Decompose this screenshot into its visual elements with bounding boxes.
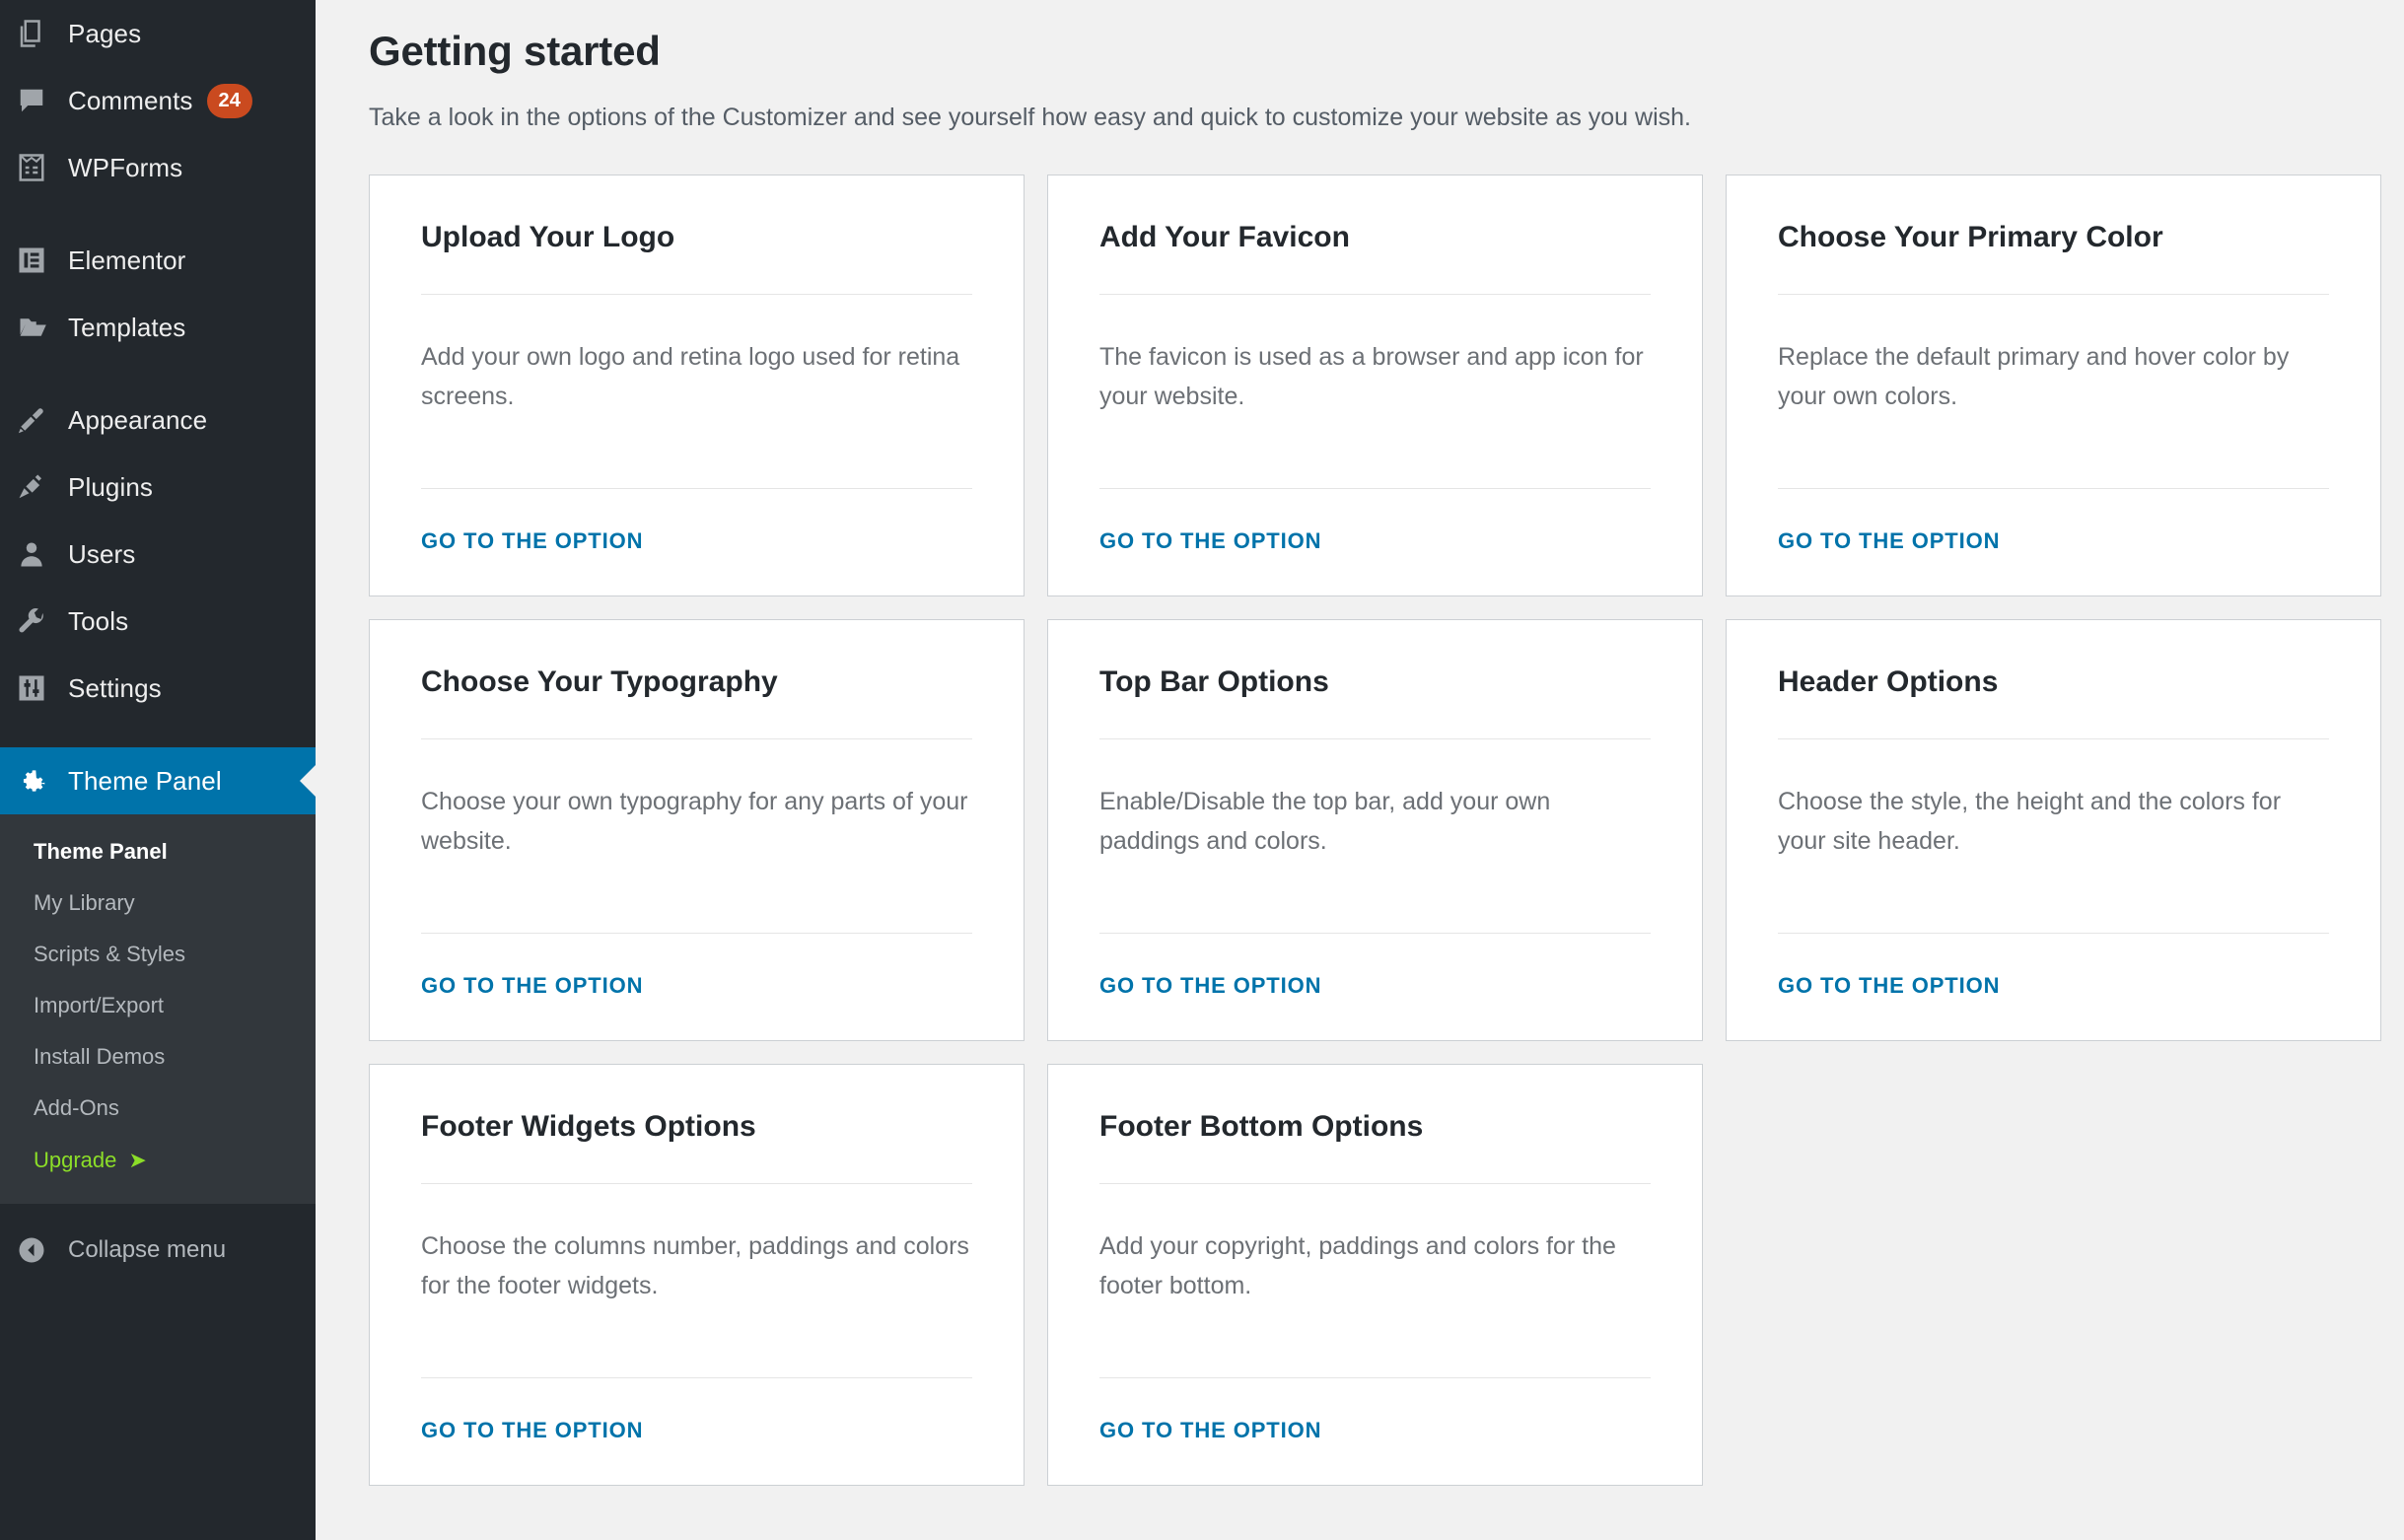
card-title: Footer Widgets Options bbox=[421, 1110, 972, 1184]
card-title: Header Options bbox=[1778, 665, 2329, 739]
collapse-menu-label: Collapse menu bbox=[68, 1235, 227, 1263]
admin-sidebar: Pages Comments 24 WPForms Elementor Temp… bbox=[0, 0, 316, 1540]
card-title: Choose Your Typography bbox=[421, 665, 972, 739]
main-content: Getting started Take a look in the optio… bbox=[316, 0, 2404, 1540]
sidebar-item-label: Templates bbox=[68, 312, 186, 342]
card-title: Upload Your Logo bbox=[421, 221, 972, 295]
theme-panel-submenu: Theme Panel My Library Scripts & Styles … bbox=[0, 814, 316, 1204]
card-choose-your-typography: Choose Your Typography Choose your own t… bbox=[369, 619, 1025, 1041]
go-to-the-option-link[interactable]: GO TO THE OPTION bbox=[421, 489, 972, 595]
sidebar-item-label: Elementor bbox=[68, 245, 186, 275]
card-description: The favicon is used as a browser and app… bbox=[1099, 295, 1651, 489]
getting-started-card-grid: Upload Your Logo Add your own logo and r… bbox=[369, 175, 2404, 1486]
sidebar-item-users[interactable]: Users bbox=[0, 521, 316, 588]
arrow-right-icon: ➤ bbox=[128, 1147, 147, 1172]
plug-icon bbox=[17, 472, 68, 502]
submenu-item-theme-panel[interactable]: Theme Panel bbox=[0, 826, 316, 877]
go-to-the-option-link[interactable]: GO TO THE OPTION bbox=[1099, 934, 1651, 1040]
sidebar-separator bbox=[0, 361, 316, 386]
pages-icon bbox=[17, 19, 68, 48]
card-description: Add your own logo and retina logo used f… bbox=[421, 295, 972, 489]
go-to-the-option-link[interactable]: GO TO THE OPTION bbox=[1099, 1378, 1651, 1485]
sidebar-item-theme-panel[interactable]: Theme Panel bbox=[0, 747, 316, 814]
go-to-the-option-link[interactable]: GO TO THE OPTION bbox=[421, 934, 972, 1040]
sidebar-item-label: Users bbox=[68, 538, 136, 569]
sidebar-item-label: Tools bbox=[68, 605, 129, 636]
collapse-left-icon bbox=[17, 1235, 68, 1265]
folder-icon bbox=[17, 313, 68, 342]
go-to-the-option-link[interactable]: GO TO THE OPTION bbox=[1099, 489, 1651, 595]
sidebar-item-elementor[interactable]: Elementor bbox=[0, 227, 316, 294]
admin-screen: Pages Comments 24 WPForms Elementor Temp… bbox=[0, 0, 2404, 1540]
sidebar-menu: Pages Comments 24 WPForms Elementor Temp… bbox=[0, 0, 316, 814]
paintbrush-icon bbox=[17, 405, 68, 435]
wrench-icon bbox=[17, 606, 68, 636]
card-title: Add Your Favicon bbox=[1099, 221, 1651, 295]
card-choose-your-primary-color: Choose Your Primary Color Replace the de… bbox=[1726, 175, 2381, 596]
submenu-item-add-ons[interactable]: Add-Ons bbox=[0, 1083, 316, 1134]
sidebar-filler bbox=[0, 1280, 316, 1540]
sidebar-item-comments[interactable]: Comments 24 bbox=[0, 67, 316, 134]
user-icon bbox=[17, 539, 68, 569]
submenu-item-install-demos[interactable]: Install Demos bbox=[0, 1031, 316, 1083]
card-description: Replace the default primary and hover co… bbox=[1778, 295, 2329, 489]
go-to-the-option-link[interactable]: GO TO THE OPTION bbox=[1778, 489, 2329, 595]
sidebar-item-plugins[interactable]: Plugins bbox=[0, 454, 316, 521]
gear-icon bbox=[17, 765, 68, 797]
sidebar-item-label: Pages bbox=[68, 18, 142, 48]
submenu-item-import-export[interactable]: Import/Export bbox=[0, 980, 316, 1031]
sidebar-item-label: Comments bbox=[68, 85, 193, 115]
card-header-options: Header Options Choose the style, the hei… bbox=[1726, 619, 2381, 1041]
sidebar-item-appearance[interactable]: Appearance bbox=[0, 386, 316, 454]
page-title: Getting started bbox=[369, 28, 661, 74]
page-subtitle: Take a look in the options of the Custom… bbox=[369, 104, 1691, 131]
sidebar-item-label: Settings bbox=[68, 672, 162, 703]
sidebar-item-pages[interactable]: Pages bbox=[0, 0, 316, 67]
collapse-menu-button[interactable]: Collapse menu bbox=[0, 1220, 316, 1281]
sidebar-item-settings[interactable]: Settings bbox=[0, 655, 316, 722]
sidebar-item-wpforms[interactable]: WPForms bbox=[0, 134, 316, 201]
sidebar-item-tools[interactable]: Tools bbox=[0, 588, 316, 655]
card-footer-bottom-options: Footer Bottom Options Add your copyright… bbox=[1047, 1064, 1703, 1486]
sidebar-separator bbox=[0, 201, 316, 227]
card-description: Choose the style, the height and the col… bbox=[1778, 739, 2329, 934]
card-top-bar-options: Top Bar Options Enable/Disable the top b… bbox=[1047, 619, 1703, 1041]
card-footer-widgets-options: Footer Widgets Options Choose the column… bbox=[369, 1064, 1025, 1486]
card-title: Footer Bottom Options bbox=[1099, 1110, 1651, 1184]
sidebar-separator bbox=[0, 722, 316, 747]
submenu-item-scripts-styles[interactable]: Scripts & Styles bbox=[0, 929, 316, 980]
go-to-the-option-link[interactable]: GO TO THE OPTION bbox=[1778, 934, 2329, 1040]
sidebar-item-label: Theme Panel bbox=[68, 765, 222, 796]
card-description: Enable/Disable the top bar, add your own… bbox=[1099, 739, 1651, 934]
comments-icon bbox=[17, 86, 68, 115]
card-title: Choose Your Primary Color bbox=[1778, 221, 2329, 295]
card-title: Top Bar Options bbox=[1099, 665, 1651, 739]
comments-count-badge: 24 bbox=[206, 83, 252, 118]
card-description: Choose your own typography for any parts… bbox=[421, 739, 972, 934]
card-upload-your-logo: Upload Your Logo Add your own logo and r… bbox=[369, 175, 1025, 596]
sidebar-item-label: Appearance bbox=[68, 404, 208, 435]
sidebar-item-templates[interactable]: Templates bbox=[0, 294, 316, 361]
submenu-item-label: Upgrade bbox=[34, 1147, 117, 1172]
card-description: Add your copyright, paddings and colors … bbox=[1099, 1184, 1651, 1378]
card-description: Choose the columns number, paddings and … bbox=[421, 1184, 972, 1378]
collapse-menu-wrap: Collapse menu bbox=[0, 1219, 316, 1281]
sliders-icon bbox=[17, 673, 68, 703]
wpforms-icon bbox=[17, 153, 68, 182]
card-add-your-favicon: Add Your Favicon The favicon is used as … bbox=[1047, 175, 1703, 596]
submenu-item-upgrade[interactable]: Upgrade ➤ bbox=[0, 1135, 316, 1186]
sidebar-item-label: Plugins bbox=[68, 471, 153, 502]
go-to-the-option-link[interactable]: GO TO THE OPTION bbox=[421, 1378, 972, 1485]
sidebar-item-label: WPForms bbox=[68, 152, 183, 182]
submenu-item-my-library[interactable]: My Library bbox=[0, 877, 316, 929]
elementor-icon bbox=[17, 245, 68, 275]
